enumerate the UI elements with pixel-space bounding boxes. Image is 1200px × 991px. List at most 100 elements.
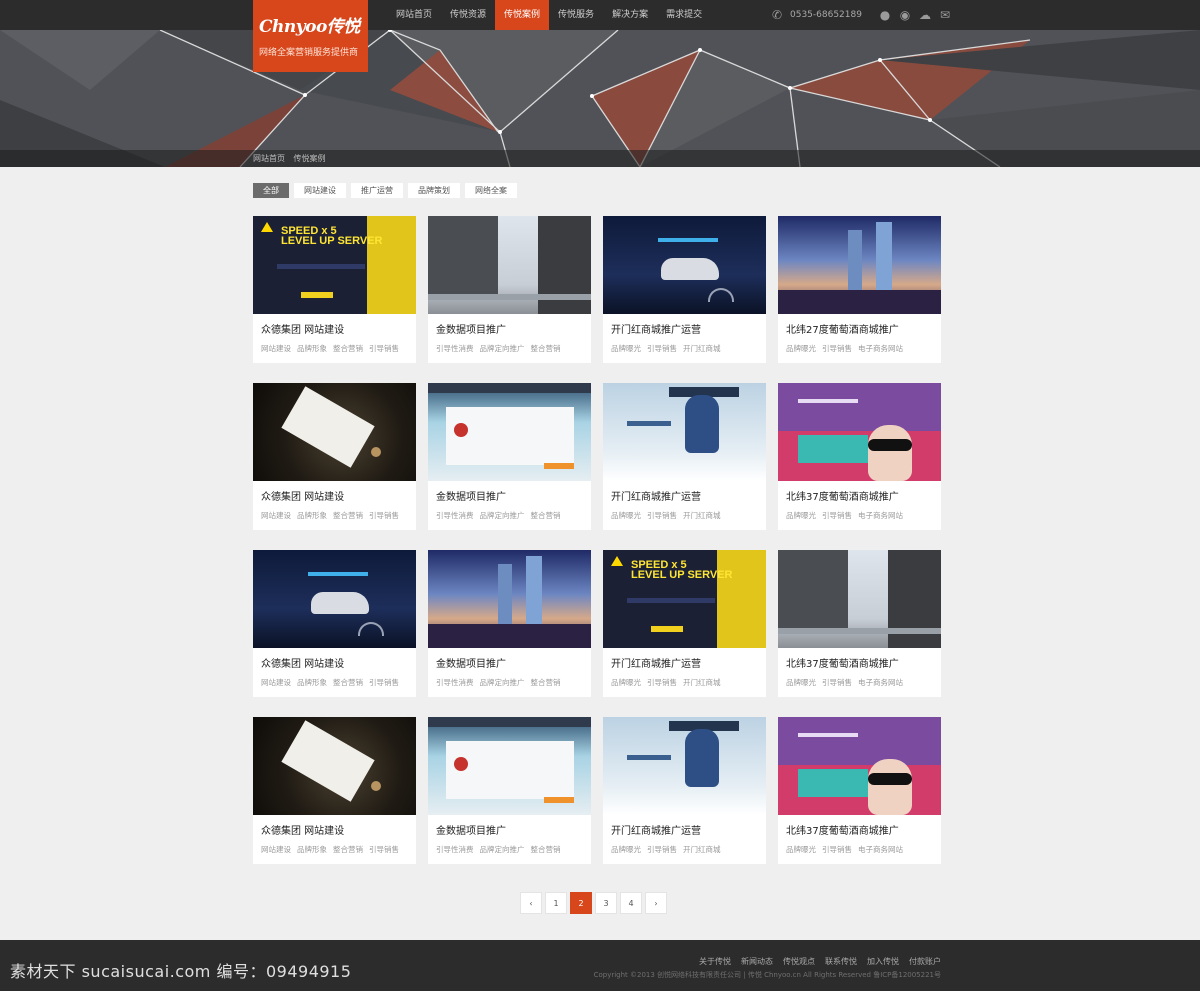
footer-link-views[interactable]: 传悦观点 bbox=[783, 956, 815, 967]
filter-all[interactable]: 全部 bbox=[253, 183, 289, 198]
copyright: Copyright ©2013 创悦网络科技有限责任公司 | 传悦 Chnyoo… bbox=[593, 971, 941, 979]
case-tags: 品牌曝光 引导销售 电子商务网站 bbox=[786, 677, 909, 688]
case-card[interactable]: 金数据项目推广 引导性消费 品牌定向推广 整合营销 bbox=[428, 717, 591, 864]
logo[interactable]: Chnyoo传悦 网络全案营销服务提供商 bbox=[253, 0, 368, 72]
wechat-icon[interactable]: ☁ bbox=[918, 8, 932, 22]
case-tags: 网站建设 品牌形象 整合营销 引导销售 bbox=[261, 343, 405, 354]
case-thumbnail[interactable]: SPEED x 5 LEVEL UP SERVER bbox=[603, 550, 766, 648]
case-tags: 品牌曝光 引导销售 电子商务网站 bbox=[786, 343, 909, 354]
case-thumbnail[interactable] bbox=[253, 383, 416, 481]
case-title[interactable]: 开门红商城推广运营 bbox=[611, 822, 701, 837]
top-bar: 网站首页 传悦资源 传悦案例 传悦服务 解决方案 需求提交 ✆ 0535-686… bbox=[0, 0, 1200, 30]
case-card[interactable]: 开门红商城推广运营 品牌曝光 引导销售 开门红商城 bbox=[603, 383, 766, 530]
case-card[interactable]: 金数据项目推广 引导性消费 品牌定向推广 整合营销 bbox=[428, 216, 591, 363]
nav-services[interactable]: 传悦服务 bbox=[549, 0, 603, 30]
case-thumbnail[interactable] bbox=[778, 717, 941, 815]
case-thumbnail[interactable] bbox=[253, 717, 416, 815]
case-tags: 品牌曝光 引导销售 电子商务网站 bbox=[786, 510, 909, 521]
filter-full-service[interactable]: 网络全案 bbox=[465, 183, 517, 198]
nav-home[interactable]: 网站首页 bbox=[387, 0, 441, 30]
filter-branding[interactable]: 品牌策划 bbox=[408, 183, 460, 198]
case-card[interactable]: 北纬37度葡萄酒商城推广品牌曝光 引导销售 电子商务网站 bbox=[778, 550, 941, 697]
case-thumbnail[interactable] bbox=[778, 383, 941, 481]
next-page-button[interactable]: › bbox=[645, 892, 667, 914]
page-3[interactable]: 3 bbox=[595, 892, 617, 914]
case-thumbnail[interactable] bbox=[603, 717, 766, 815]
case-tag: 网站建设 bbox=[261, 678, 291, 687]
nav-cases[interactable]: 传悦案例 bbox=[495, 0, 550, 30]
case-thumbnail[interactable] bbox=[428, 383, 591, 481]
case-thumbnail[interactable]: SPEED x 5 LEVEL UP SERVER bbox=[253, 216, 416, 314]
case-thumbnail[interactable] bbox=[253, 550, 416, 648]
case-card[interactable]: 北纬27度葡萄酒商城推广品牌曝光 引导销售 电子商务网站 bbox=[778, 216, 941, 363]
case-card[interactable]: 金数据项目推广 引导性消费 品牌定向推广 整合营销 bbox=[428, 550, 591, 697]
case-title[interactable]: 开门红商城推广运营 bbox=[611, 321, 701, 336]
footer-link-join[interactable]: 加入传悦 bbox=[867, 956, 899, 967]
nav-solutions[interactable]: 解决方案 bbox=[603, 0, 657, 30]
case-tag: 开门红商城 bbox=[683, 344, 721, 353]
case-card[interactable]: 北纬37度葡萄酒商城推广 品牌曝光 引导销售 电子商务网站 bbox=[778, 717, 941, 864]
footer-link-payment[interactable]: 付款账户 bbox=[909, 956, 941, 967]
case-card[interactable]: 开门红商城推广运营品牌曝光 引导销售 开门红商城 bbox=[603, 717, 766, 864]
qq-icon[interactable]: ● bbox=[878, 8, 892, 22]
case-title[interactable]: 北纬27度葡萄酒商城推广 bbox=[786, 321, 899, 336]
case-card[interactable]: 众德集团 网站建设 网站建设 品牌形象 整合营销 引导销售 bbox=[253, 717, 416, 864]
case-tag: 品牌曝光 bbox=[786, 344, 816, 353]
case-tags: 品牌曝光 引导销售 开门红商城 bbox=[611, 844, 727, 855]
filter-website[interactable]: 网站建设 bbox=[294, 183, 346, 198]
filter-promotion[interactable]: 推广运营 bbox=[351, 183, 403, 198]
case-thumbnail[interactable] bbox=[428, 550, 591, 648]
case-title[interactable]: 众德集团 网站建设 bbox=[261, 321, 344, 336]
case-thumbnail[interactable] bbox=[428, 216, 591, 314]
case-tag: 网站建设 bbox=[261, 845, 291, 854]
case-title[interactable]: 金数据项目推广 bbox=[436, 655, 506, 670]
mail-icon[interactable]: ✉ bbox=[938, 8, 952, 22]
case-title[interactable]: 北纬37度葡萄酒商城推广 bbox=[786, 822, 899, 837]
page-1[interactable]: 1 bbox=[545, 892, 567, 914]
case-card[interactable]: SPEED x 5 LEVEL UP SERVER 众德集团 网站建设网站建设 品牌形… bbox=[253, 216, 416, 363]
case-tag: 品牌形象 bbox=[297, 344, 327, 353]
nav-resources[interactable]: 传悦资源 bbox=[441, 0, 495, 30]
case-tag: 电子商务网站 bbox=[858, 678, 903, 687]
case-title[interactable]: 开门红商城推广运营 bbox=[611, 488, 701, 503]
case-thumbnail[interactable] bbox=[603, 216, 766, 314]
case-title[interactable]: 金数据项目推广 bbox=[436, 321, 506, 336]
weibo-icon[interactable]: ◉ bbox=[898, 8, 912, 22]
case-thumbnail[interactable] bbox=[603, 383, 766, 481]
case-title[interactable]: 众德集团 网站建设 bbox=[261, 655, 344, 670]
footer-link-contact[interactable]: 联系传悦 bbox=[825, 956, 857, 967]
case-title[interactable]: 众德集团 网站建设 bbox=[261, 488, 344, 503]
case-tag: 品牌曝光 bbox=[786, 678, 816, 687]
case-title[interactable]: 北纬37度葡萄酒商城推广 bbox=[786, 488, 899, 503]
case-card[interactable]: SPEED x 5 LEVEL UP SERVER 开门红商城推广运营 品牌曝光 引导销… bbox=[603, 550, 766, 697]
breadcrumb-home[interactable]: 网站首页 bbox=[253, 154, 285, 163]
footer-link-about[interactable]: 关于传悦 bbox=[699, 956, 731, 967]
case-tag: 开门红商城 bbox=[683, 511, 721, 520]
case-title[interactable]: 开门红商城推广运营 bbox=[611, 655, 701, 670]
case-tag: 引导性消费 bbox=[436, 511, 474, 520]
case-card[interactable]: 众德集团 网站建设 网站建设 品牌形象 整合营销 引导销售 bbox=[253, 383, 416, 530]
page-2[interactable]: 2 bbox=[570, 892, 592, 914]
prev-page-button[interactable]: ‹ bbox=[520, 892, 542, 914]
nav-submit[interactable]: 需求提交 bbox=[657, 0, 711, 30]
case-title[interactable]: 北纬37度葡萄酒商城推广 bbox=[786, 655, 899, 670]
case-tags: 引导性消费 品牌定向推广 整合营销 bbox=[436, 510, 567, 521]
case-tag: 网站建设 bbox=[261, 344, 291, 353]
case-title[interactable]: 金数据项目推广 bbox=[436, 822, 506, 837]
page-4[interactable]: 4 bbox=[620, 892, 642, 914]
case-card[interactable]: 众德集团 网站建设 网站建设 品牌形象 整合营销 引导销售 bbox=[253, 550, 416, 697]
case-title[interactable]: 金数据项目推广 bbox=[436, 488, 506, 503]
case-tag: 品牌曝光 bbox=[786, 845, 816, 854]
case-thumbnail[interactable] bbox=[428, 717, 591, 815]
case-card[interactable]: 金数据项目推广引导性消费 品牌定向推广 整合营销 bbox=[428, 383, 591, 530]
case-card[interactable]: 开门红商城推广运营 品牌曝光 引导销售 开门红商城 bbox=[603, 216, 766, 363]
case-tag: 品牌定向推广 bbox=[479, 678, 525, 687]
footer-link-news[interactable]: 新闻动态 bbox=[741, 956, 773, 967]
case-title[interactable]: 众德集团 网站建设 bbox=[261, 822, 344, 837]
hero-banner: 网站首页 传悦案例 bbox=[0, 30, 1200, 167]
case-tag: 引导销售 bbox=[647, 845, 677, 854]
case-card[interactable]: 北纬37度葡萄酒商城推广品牌曝光 引导销售 电子商务网站 bbox=[778, 383, 941, 530]
case-tag: 开门红商城 bbox=[683, 678, 721, 687]
case-thumbnail[interactable] bbox=[778, 550, 941, 648]
case-thumbnail[interactable] bbox=[778, 216, 941, 314]
